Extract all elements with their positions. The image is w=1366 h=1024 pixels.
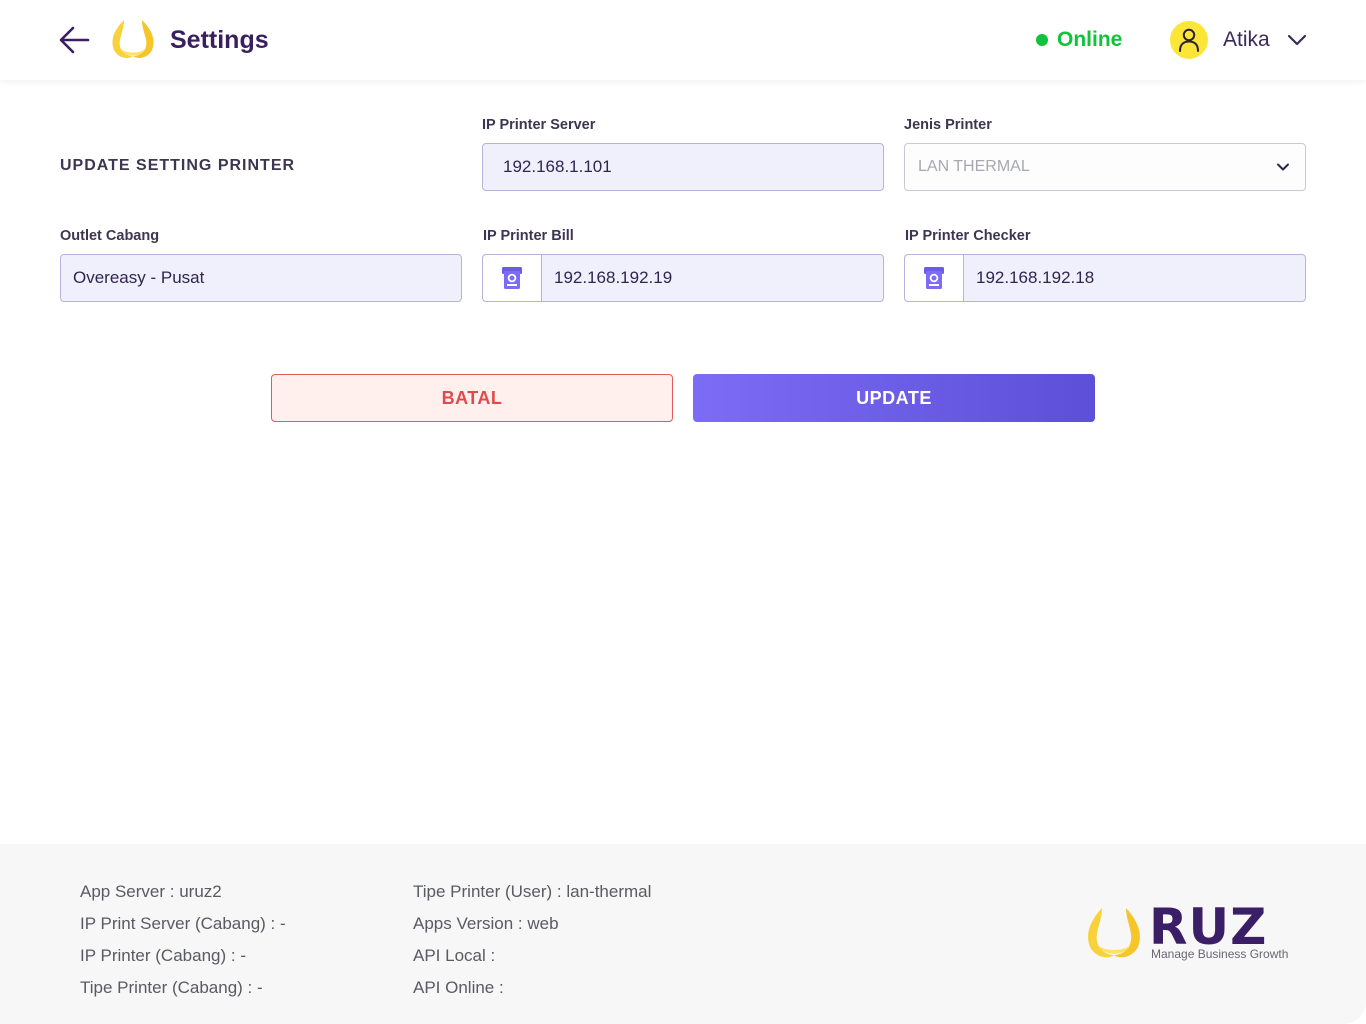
status-dot-icon	[1036, 34, 1048, 46]
app-logo-icon	[110, 18, 156, 62]
brand-mark-icon	[1088, 908, 1140, 958]
apps-version-info: Apps Version : web	[413, 914, 559, 933]
printer-icon	[483, 255, 542, 301]
chevron-down-icon	[1277, 163, 1289, 171]
jenis-printer-label: Jenis Printer	[904, 117, 992, 133]
ip-printer-bill-input[interactable]	[542, 255, 883, 301]
page-title: Settings	[170, 26, 269, 54]
footer-info-right: Tipe Printer (User) : lan-thermal Apps V…	[413, 876, 651, 1004]
ip-printer-checker-input[interactable]	[964, 255, 1305, 301]
app-server-info: App Server : uruz2	[80, 882, 222, 901]
avatar	[1170, 21, 1208, 59]
api-local-info: API Local :	[413, 946, 496, 965]
tipe-printer-cabang-info: Tipe Printer (Cabang) : -	[80, 978, 263, 997]
ip-print-server-info: IP Print Server (Cabang) : -	[80, 914, 286, 933]
update-button[interactable]: UPDATE	[693, 374, 1095, 422]
status-text: Online	[1057, 28, 1123, 51]
section-title: UPDATE SETTING PRINTER	[60, 157, 296, 174]
chevron-down-icon[interactable]	[1286, 29, 1308, 51]
ip-printer-checker-field[interactable]	[904, 254, 1306, 302]
user-icon	[1179, 28, 1199, 52]
ip-printer-checker-label: IP Printer Checker	[905, 228, 1031, 244]
tipe-printer-user-info: Tipe Printer (User) : lan-thermal	[413, 882, 652, 901]
user-name: Atika	[1223, 28, 1270, 51]
connection-status: Online	[1036, 26, 1122, 54]
brand-name: RUZ	[1149, 898, 1268, 956]
ip-printer-bill-field[interactable]	[482, 254, 884, 302]
ip-printer-info: IP Printer (Cabang) : -	[80, 946, 246, 965]
user-menu[interactable]: Atika	[1170, 20, 1308, 60]
jenis-printer-value: LAN THERMAL	[918, 158, 1030, 175]
top-bar: Settings Online Atika	[0, 0, 1366, 80]
ip-printer-server-input[interactable]	[483, 144, 883, 190]
back-arrow-icon[interactable]	[58, 24, 92, 56]
footer-info-left: App Server : uruz2 IP Print Server (Caba…	[80, 876, 286, 1004]
ip-printer-bill-label: IP Printer Bill	[483, 228, 574, 244]
brand-tagline: Manage Business Growth	[1151, 947, 1289, 961]
footer-info-panel: App Server : uruz2 IP Print Server (Caba…	[0, 844, 1366, 1024]
outlet-cabang-input[interactable]	[61, 255, 461, 301]
outlet-cabang-label: Outlet Cabang	[60, 228, 160, 244]
outlet-cabang-field[interactable]	[60, 254, 462, 302]
brand-logo: RUZ Manage Business Growth	[1085, 902, 1295, 966]
jenis-printer-select[interactable]: LAN THERMAL	[904, 143, 1306, 191]
ip-printer-server-field[interactable]	[482, 143, 884, 191]
cancel-button[interactable]: BATAL	[271, 374, 673, 422]
ip-printer-server-label: IP Printer Server	[482, 117, 596, 133]
api-online-info: API Online :	[413, 978, 504, 997]
printer-icon	[905, 255, 964, 301]
